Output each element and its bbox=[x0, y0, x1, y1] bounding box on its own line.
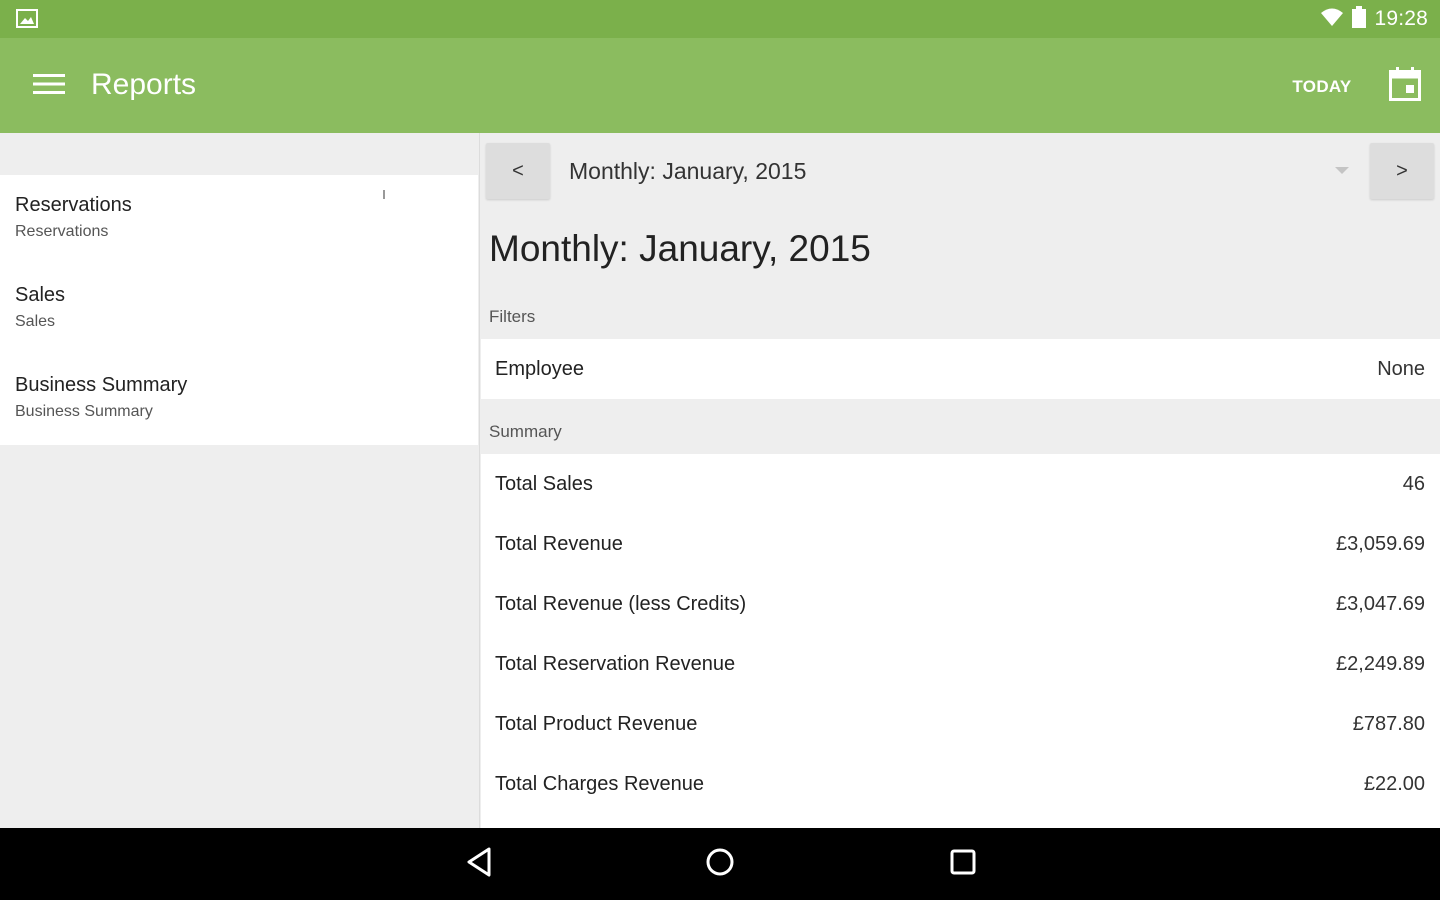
filter-label: Employee bbox=[495, 358, 584, 380]
summary-value: £3,047.69 bbox=[1336, 593, 1425, 615]
report-item-title: Reservations bbox=[15, 194, 132, 216]
recents-button[interactable] bbox=[933, 840, 993, 888]
home-circle-icon bbox=[705, 847, 735, 882]
previous-period-button[interactable]: < bbox=[486, 143, 550, 199]
report-list-panel: Reservations Reservations Sales Sales Bu… bbox=[0, 133, 480, 828]
summary-row: Total Revenue £3,059.69 bbox=[481, 514, 1440, 574]
period-dropdown[interactable]: Monthly: January, 2015 bbox=[559, 143, 1359, 199]
summary-row: Total Product Revenue £787.80 bbox=[481, 694, 1440, 754]
report-item-reservations[interactable]: Reservations Reservations bbox=[0, 175, 478, 265]
period-dropdown-value: Monthly: January, 2015 bbox=[569, 157, 807, 184]
summary-label: Total Product Revenue bbox=[495, 713, 698, 735]
filters-section-label: Filters bbox=[489, 307, 536, 326]
recents-square-icon bbox=[949, 848, 977, 881]
report-item-subtitle: Reservations bbox=[15, 223, 109, 240]
report-item-sales[interactable]: Sales Sales bbox=[0, 265, 478, 355]
today-button[interactable]: TODAY bbox=[1278, 72, 1366, 102]
report-item-business-summary[interactable]: Business Summary Business Summary bbox=[0, 355, 478, 445]
summary-label: Total Reservation Revenue bbox=[495, 653, 736, 675]
battery-icon bbox=[1352, 5, 1367, 33]
report-list: Reservations Reservations Sales Sales Bu… bbox=[0, 175, 478, 445]
summary-label: Total Revenue bbox=[495, 533, 623, 555]
summary-value: £2,249.89 bbox=[1336, 653, 1425, 675]
summary-label: Total Sales bbox=[495, 473, 593, 495]
status-time: 19:28 bbox=[1374, 7, 1428, 30]
status-bar: 19:28 bbox=[0, 0, 1440, 38]
report-item-subtitle: Business Summary bbox=[15, 403, 153, 420]
summary-section-label: Summary bbox=[489, 422, 562, 441]
calendar-icon bbox=[1389, 66, 1421, 106]
page-title: Reports bbox=[91, 68, 197, 101]
summary-label: Total Charges Revenue bbox=[495, 773, 705, 795]
wifi-icon bbox=[1320, 7, 1344, 32]
summary-value: £22.00 bbox=[1363, 773, 1425, 795]
next-period-button[interactable]: > bbox=[1370, 143, 1434, 199]
menu-button[interactable] bbox=[24, 64, 74, 108]
report-item-title: Sales bbox=[15, 284, 66, 306]
report-heading: Monthly: January, 2015 bbox=[489, 228, 871, 269]
summary-row: Total Charges Revenue £22.00 bbox=[481, 754, 1440, 814]
hamburger-menu-icon bbox=[33, 73, 65, 100]
summary-list: Total Sales 46 Total Revenue £3,059.69 T… bbox=[481, 454, 1440, 828]
summary-value: £787.80 bbox=[1352, 713, 1425, 735]
home-button[interactable] bbox=[690, 840, 750, 888]
system-navigation-bar bbox=[0, 828, 1440, 900]
summary-label: Total Revenue (less Credits) bbox=[495, 593, 747, 615]
summary-row: Total Sales 46 bbox=[481, 454, 1440, 514]
report-detail-panel: < Monthly: January, 2015 > Monthly: Janu… bbox=[481, 133, 1440, 828]
dropdown-arrow-icon bbox=[1335, 167, 1349, 174]
filter-row-employee[interactable]: Employee None bbox=[481, 339, 1440, 399]
filter-value: None bbox=[1377, 358, 1425, 380]
summary-value: £3,059.69 bbox=[1336, 533, 1425, 555]
image-notification-icon bbox=[16, 9, 38, 29]
calendar-button[interactable] bbox=[1381, 62, 1429, 110]
report-item-title: Business Summary bbox=[15, 374, 188, 396]
report-item-subtitle: Sales bbox=[15, 313, 56, 330]
summary-value: 46 bbox=[1402, 473, 1425, 495]
back-button[interactable] bbox=[449, 840, 509, 888]
back-triangle-icon bbox=[465, 846, 493, 883]
app-bar: Reports TODAY bbox=[0, 38, 1440, 133]
scroll-indicator bbox=[383, 190, 385, 199]
summary-row: Total Revenue (less Credits) £3,047.69 bbox=[481, 574, 1440, 634]
summary-row: Total Reservation Revenue £2,249.89 bbox=[481, 634, 1440, 694]
status-right: 19:28 bbox=[1320, 0, 1428, 38]
